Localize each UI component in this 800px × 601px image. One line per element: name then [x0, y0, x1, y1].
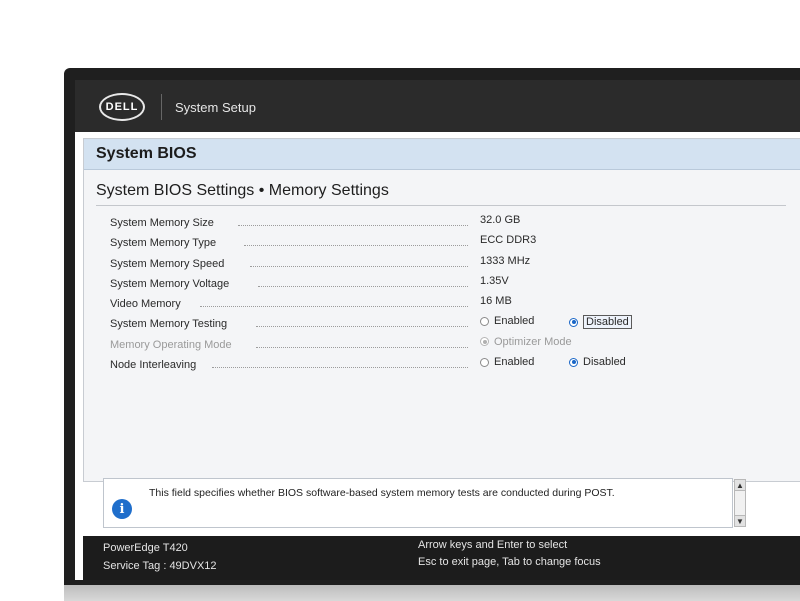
setting-label: System Memory Size — [110, 217, 214, 229]
setting-row-memory-type: System Memory Type ECC DDR3 — [110, 234, 800, 254]
setting-value: 32.0 GB — [480, 214, 521, 226]
key-help-line-1: Arrow keys and Enter to select — [418, 539, 568, 551]
section-title: System BIOS — [96, 145, 197, 162]
help-scrollbar[interactable]: ▲ ▼ — [734, 479, 746, 527]
setting-row-memory-size: System Memory Size 32.0 GB — [110, 214, 800, 234]
setting-value: 16 MB — [480, 295, 512, 308]
scroll-up-icon[interactable]: ▲ — [735, 480, 745, 491]
setting-label: System Memory Testing — [110, 318, 228, 331]
radio-on-icon — [480, 337, 489, 347]
setting-row-memory-voltage: System Memory Voltage 1.35V — [110, 275, 800, 295]
radio-off-icon — [480, 357, 489, 367]
radio-on-icon — [569, 317, 578, 327]
top-bar: DELL System Setup — [75, 80, 800, 132]
key-help-line-2: Esc to exit page, Tab to change focus — [418, 556, 601, 568]
dotted-leader — [256, 326, 468, 328]
section-header: System BIOS — [84, 139, 800, 170]
setting-value: 1333 MHz — [480, 254, 531, 267]
title-divider — [96, 205, 786, 206]
app-title: System Setup — [175, 100, 256, 115]
setting-value: ECC DDR3 — [480, 234, 537, 247]
dotted-leader — [238, 225, 468, 226]
setting-label: System Memory Type — [110, 237, 217, 250]
dotted-leader — [256, 346, 468, 348]
memory-testing-enabled-radio[interactable]: Enabled — [480, 315, 534, 327]
option-label: Disabled — [583, 356, 626, 369]
dotted-leader — [200, 306, 468, 308]
setting-label: Video Memory — [110, 298, 181, 311]
option-label: Enabled — [494, 356, 535, 369]
node-interleaving-disabled-radio[interactable]: Disabled — [569, 356, 626, 368]
service-tag: Service Tag : 49DVX12 — [103, 560, 217, 572]
dotted-leader — [250, 265, 468, 267]
setting-label: System Memory Speed — [110, 257, 225, 270]
settings-frame: System BIOS System BIOS Settings • Memor… — [83, 138, 800, 482]
option-label: Enabled — [494, 315, 535, 328]
status-footer: PowerEdge T420 Service Tag : 49DVX12 Arr… — [83, 536, 800, 580]
dell-logo: DELL — [99, 93, 145, 121]
monitor-stand — [64, 585, 800, 601]
info-icon: i — [112, 499, 132, 519]
help-box: i This field specifies whether BIOS soft… — [103, 478, 746, 528]
setting-label: Memory Operating Mode — [110, 338, 232, 351]
setting-value: 1.35V — [480, 274, 509, 287]
header-divider — [161, 94, 162, 120]
dotted-leader — [212, 367, 468, 369]
scroll-down-icon[interactable]: ▼ — [735, 515, 745, 526]
setting-row-node-interleaving: Node Interleaving Enabled Disabled — [110, 356, 800, 376]
setting-label: System Memory Voltage — [110, 277, 230, 290]
option-label: Optimizer Mode — [494, 335, 572, 348]
radio-on-icon — [569, 357, 578, 367]
bios-screen: DELL System Setup System BIOS System BIO… — [75, 80, 800, 580]
setting-row-memory-operating-mode: Memory Operating Mode Optimizer Mode — [110, 336, 800, 356]
setting-row-video-memory: Video Memory 16 MB — [110, 295, 800, 315]
dotted-leader — [258, 285, 468, 287]
setting-row-memory-testing: System Memory Testing Enabled Disabled — [110, 315, 800, 335]
page-title: System BIOS Settings • Memory Settings — [96, 182, 389, 199]
setting-label: Node Interleaving — [110, 359, 197, 372]
setting-row-memory-speed: System Memory Speed 1333 MHz — [110, 255, 800, 275]
memory-testing-disabled-radio[interactable]: Disabled — [569, 315, 632, 330]
option-label: Disabled — [583, 315, 632, 330]
system-model: PowerEdge T420 — [103, 542, 188, 554]
settings-list: System Memory Size 32.0 GB System Memory… — [110, 214, 800, 376]
dotted-leader — [244, 245, 468, 247]
radio-off-icon — [480, 316, 489, 326]
optimizer-mode-radio: Optimizer Mode — [480, 336, 572, 348]
node-interleaving-enabled-radio[interactable]: Enabled — [480, 356, 534, 368]
help-text: This field specifies whether BIOS softwa… — [149, 487, 615, 499]
